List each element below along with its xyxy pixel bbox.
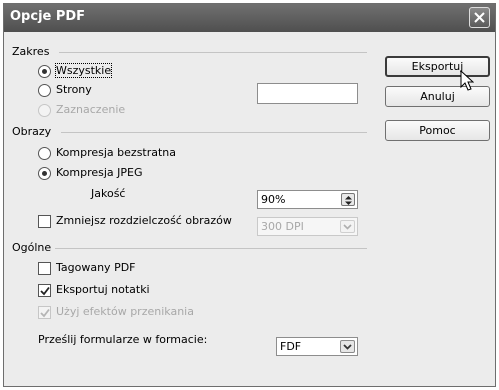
images-divider <box>61 132 367 133</box>
range-pages-label[interactable]: Strony <box>56 83 92 96</box>
quality-spinbox[interactable]: 90% <box>257 190 358 209</box>
export-button[interactable]: Eksportuj <box>385 56 490 77</box>
lossless-compression-label[interactable]: Kompresja bezstratna <box>56 146 176 159</box>
transition-effects-checkbox[interactable] <box>38 306 51 319</box>
reduce-resolution-label[interactable]: Zmniejsz rozdzielczość obrazów <box>56 214 232 227</box>
mouse-cursor-icon <box>460 70 474 91</box>
general-section-header: Ogólne <box>12 241 367 255</box>
reduce-resolution-checkbox[interactable] <box>38 215 51 228</box>
checkmark-icon <box>40 308 50 318</box>
images-section-title: Obrazy <box>12 125 52 138</box>
radio-selected-dot <box>42 171 47 176</box>
tagged-pdf-label[interactable]: Tagowany PDF <box>56 261 136 274</box>
submit-format-label: Prześlij formularze w formacie: <box>38 333 208 346</box>
pages-input[interactable] <box>257 83 358 104</box>
quality-value: 90% <box>261 193 286 206</box>
resolution-value: 300 DPI <box>261 220 304 233</box>
export-notes-checkbox[interactable] <box>38 284 51 297</box>
chevron-down-icon <box>343 344 352 350</box>
range-section-title: Zakres <box>12 45 50 58</box>
quality-spin-buttons[interactable] <box>341 193 355 206</box>
resolution-dropdown-button[interactable] <box>340 220 355 233</box>
submit-format-dropdown-button[interactable] <box>340 340 355 353</box>
jpeg-compression-label[interactable]: Kompresja JPEG <box>56 166 143 179</box>
submit-format-value: FDF <box>280 340 302 353</box>
close-icon <box>474 12 485 23</box>
range-all-radio[interactable] <box>38 65 51 78</box>
spin-up-down-icon <box>345 196 352 205</box>
submit-format-dropdown[interactable]: FDF <box>276 337 358 356</box>
checkmark-icon <box>40 286 50 296</box>
pdf-options-dialog: Opcje PDF Zakres Wszystkie Strony Zaznac… <box>3 3 496 387</box>
transition-effects-label[interactable]: Użyj efektów przenikania <box>56 305 194 318</box>
range-divider <box>59 52 367 53</box>
jpeg-compression-radio[interactable] <box>38 167 51 180</box>
range-pages-radio[interactable] <box>38 84 51 97</box>
title-bar[interactable]: Opcje PDF <box>4 4 495 32</box>
range-section-header: Zakres <box>12 45 367 59</box>
images-section-header: Obrazy <box>12 125 367 139</box>
range-selection-radio[interactable] <box>38 104 51 117</box>
export-notes-label[interactable]: Eksportuj notatki <box>56 283 150 296</box>
radio-selected-dot <box>42 69 47 74</box>
general-divider <box>55 248 367 249</box>
dialog-title: Opcje PDF <box>10 9 86 24</box>
close-button[interactable] <box>469 7 490 28</box>
chevron-down-icon <box>343 224 352 230</box>
lossless-compression-radio[interactable] <box>38 147 51 160</box>
quality-label: Jakość <box>91 187 126 200</box>
general-section-title: Ogólne <box>12 241 52 254</box>
help-button[interactable]: Pomoc <box>385 120 490 141</box>
range-all-label[interactable]: Wszystkie <box>54 63 113 78</box>
tagged-pdf-checkbox[interactable] <box>38 262 51 275</box>
resolution-dropdown[interactable]: 300 DPI <box>257 217 358 236</box>
range-selection-label[interactable]: Zaznaczenie <box>56 103 125 116</box>
cancel-button[interactable]: Anuluj <box>385 86 490 107</box>
